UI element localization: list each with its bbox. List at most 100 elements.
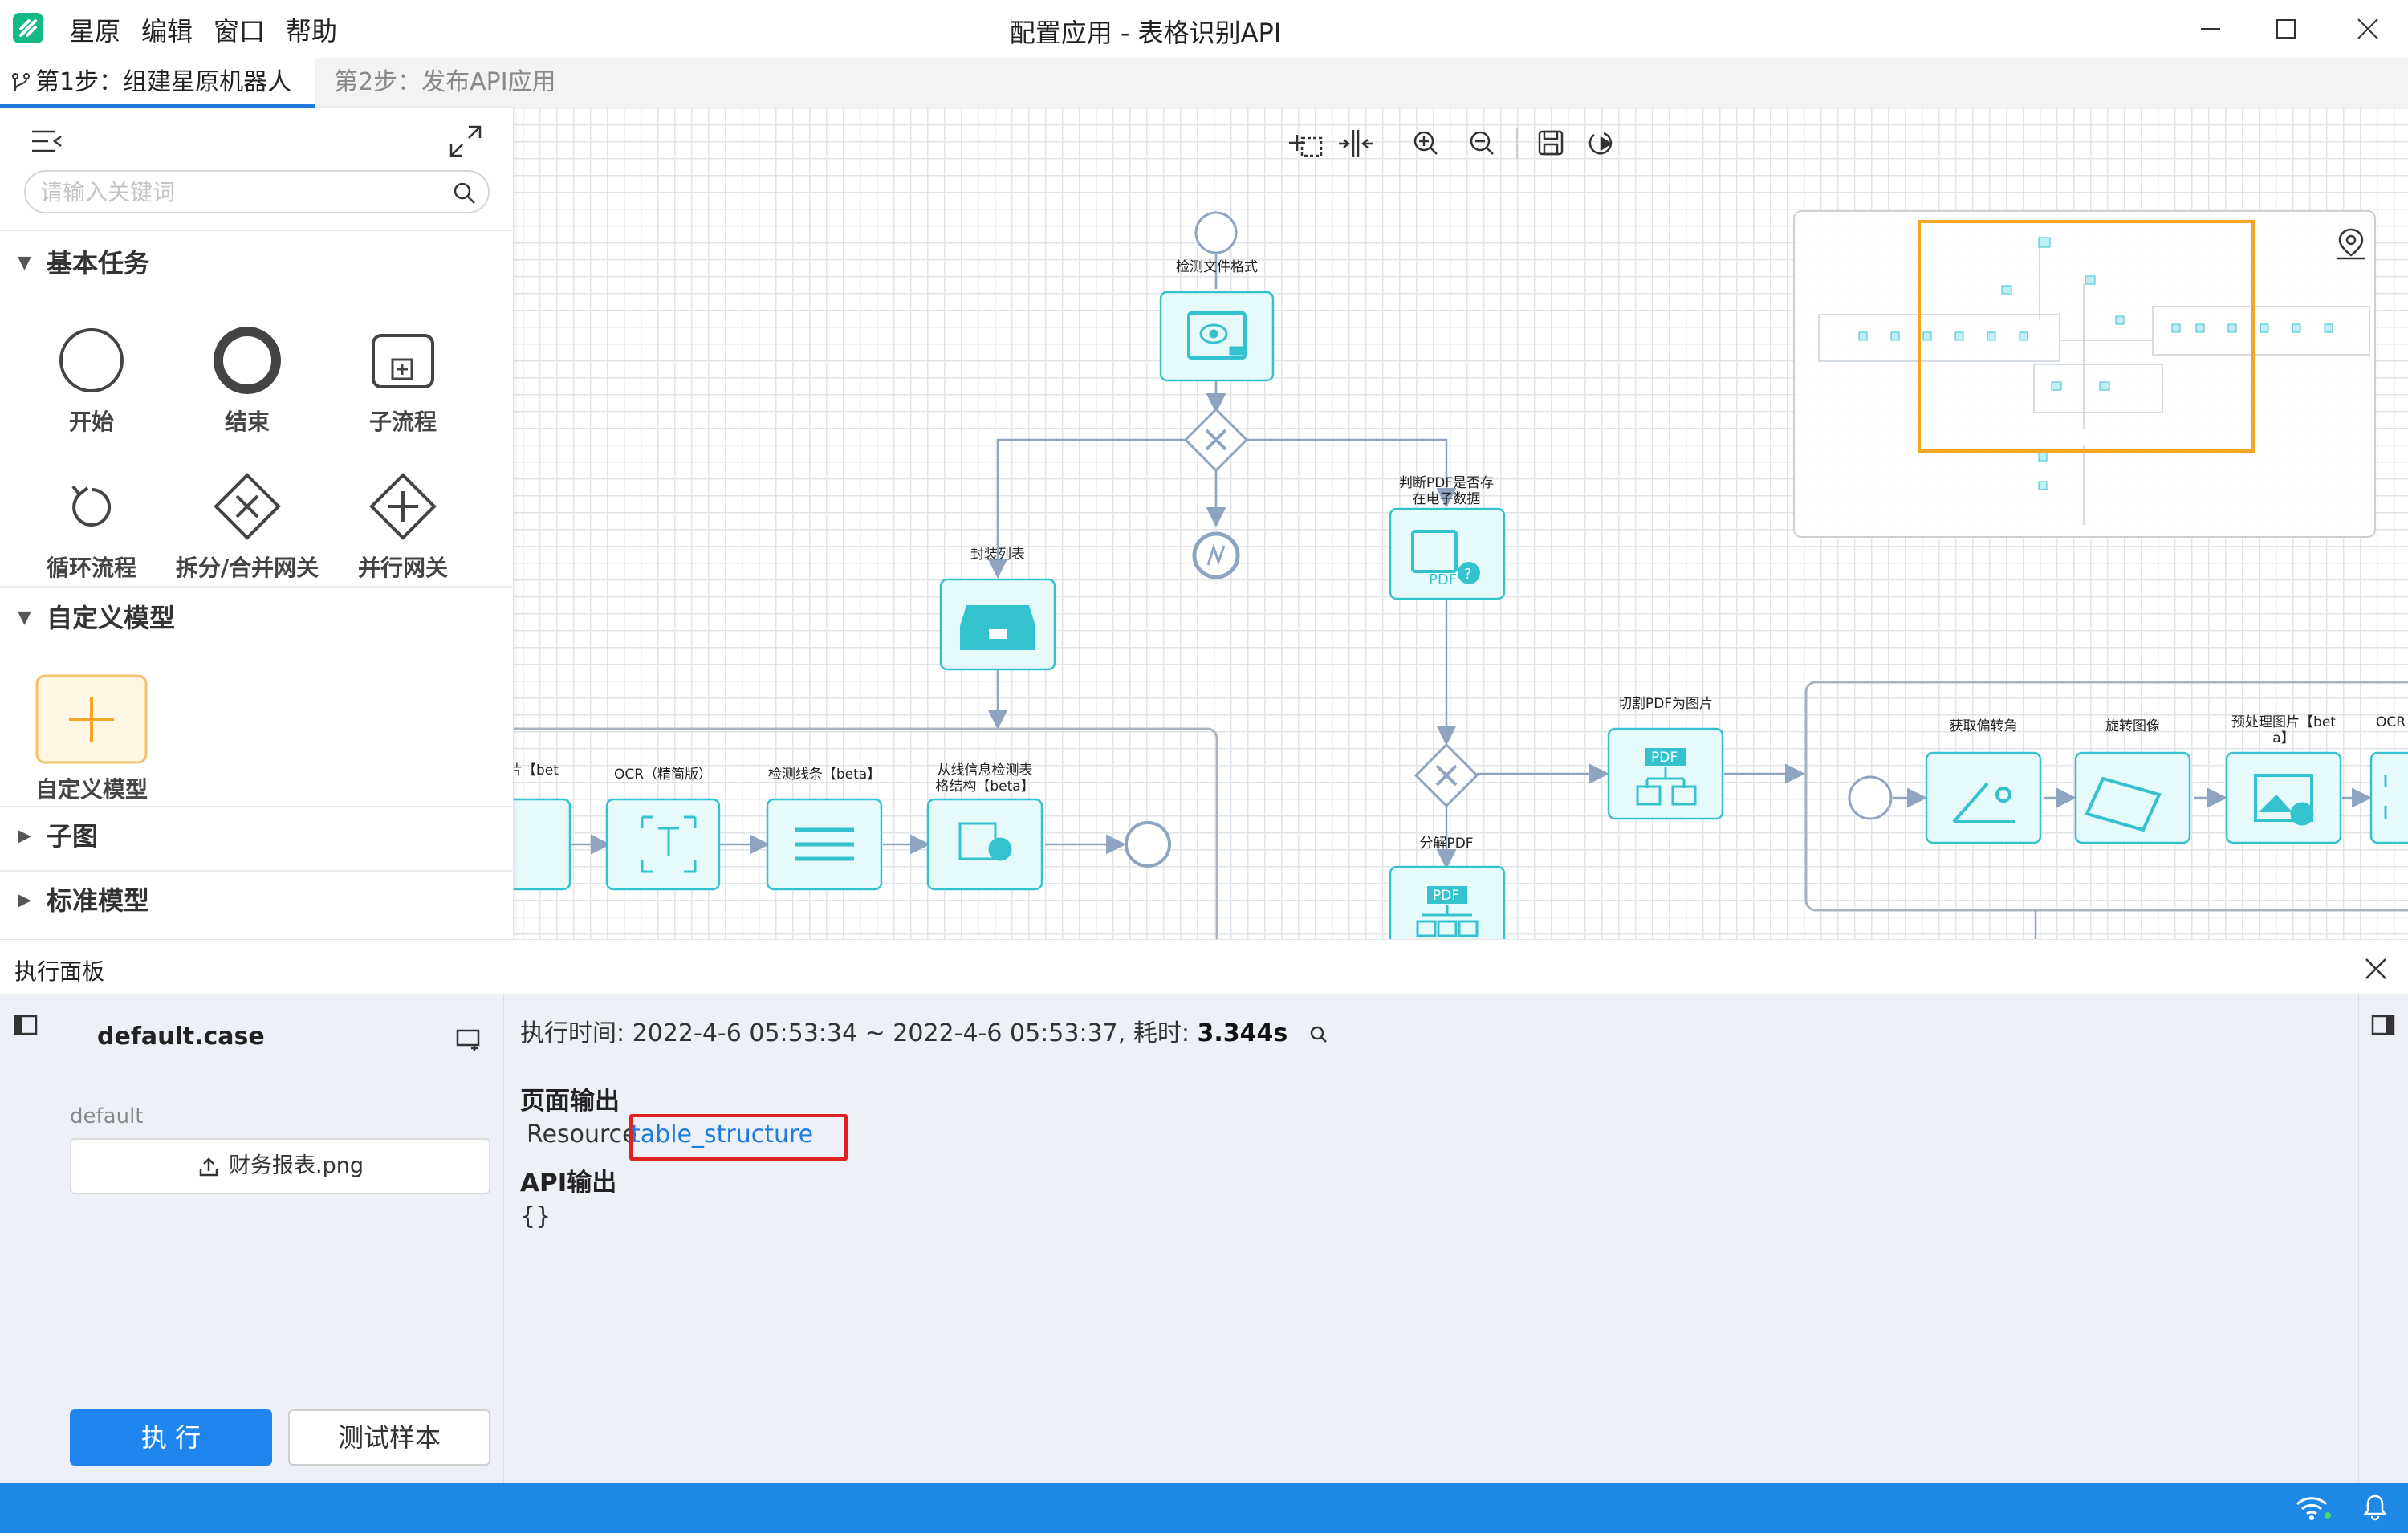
tool-end[interactable]: 结束 [167,324,327,437]
node-label-detect-lines: 检测线条【beta】 [767,766,881,783]
node-label-rotate-image: 旋转图像 [2105,718,2160,734]
node-label-ocr-fast: OCR（精简版） [613,766,713,783]
caret-right-icon: ▶ [18,890,31,910]
node-label-cut-pdf: 切割PDF为图片 [1617,696,1714,712]
end-event-icon [214,327,281,394]
loop-icon [71,485,112,527]
node-label-judge-pdf-line2: 在电子数据 [1412,491,1481,507]
start-event-icon [59,328,124,392]
bell-icon[interactable] [2363,1493,2387,1522]
svg-text:PDF: PDF [1651,750,1678,766]
caret-down-icon: ▼ [18,608,31,628]
upload-icon [199,1157,218,1176]
subprocess-icon [372,334,434,388]
node-label-judge-pdf: 判断PDF是否存 在电子数据 [1366,475,1527,507]
exec-time-cost: 3.344s [1197,1019,1288,1047]
minimap-viewport[interactable] [1918,220,2255,453]
node-label-get-angle: 获取偏转角 [1949,718,2018,734]
task-palette: ▼ 基本任务 开始 结束 子流程 循环流程 拆分/合并网关 并行网关 ▼ 自定义模型… [0,108,514,939]
tool-custom-model[interactable]: 自定义模型 [11,674,172,804]
tool-start-label: 开始 [68,409,114,435]
tool-exclusive-gateway[interactable]: 拆分/合并网关 [167,470,327,583]
svg-text:PDF: PDF [1433,888,1459,904]
tool-parallel-gateway-label: 并行网关 [357,555,448,581]
section-standard-models-label: 标准模型 [47,885,150,916]
maximize-button[interactable] [2262,10,2310,48]
right-side-strip [2358,994,2408,1483]
palette-divider [0,870,514,872]
node-label-ocr-cut: OCR [2376,714,2406,730]
svg-text:?: ? [1464,566,1472,583]
exec-panel-title: 执行面板 [14,958,105,985]
api-output-value: {} [520,1202,551,1230]
section-standard-models[interactable]: ▶ 标准模型 [0,876,514,925]
palette-divider [0,806,514,807]
tool-loop-label: 循环流程 [46,555,136,581]
node-label-judge-pdf-line1: 判断PDF是否存 [1398,475,1495,491]
tool-custom-model-label: 自定义模型 [35,776,148,803]
tool-parallel-gateway[interactable]: 并行网关 [323,470,483,583]
node-label-preprocess: 预处理图片【bet a】 [2203,714,2364,746]
tab-step1[interactable]: 第1步：组建星原机器人 [0,58,315,108]
step-tabs: 第1步：组建星原机器人 第2步：发布API应用 [0,58,2408,108]
uploaded-file[interactable]: 财务报表.png [70,1138,490,1194]
branch-icon [12,72,30,91]
output-panel: 执行时间: 2022-4-6 05:53:34 ~ 2022-4-6 05:53… [506,994,2358,1483]
locate-icon[interactable] [2334,226,2368,262]
section-basic-tasks-label: 基本任务 [47,248,150,279]
tool-subprocess[interactable]: 子流程 [323,324,483,437]
search-box [24,170,490,213]
status-bar [0,1483,2408,1533]
add-model-icon [35,674,148,764]
caret-down-icon: ▼ [18,253,31,273]
resource-label: Resource [527,1120,637,1149]
title-bar: 星原 编辑 窗口 帮助 配置应用 - 表格识别API [0,0,2408,58]
exec-panel-header: 执行面板 [0,939,2408,994]
caret-right-icon: ▶ [18,826,31,846]
node-label-detect-format: 检测文件格式 [1176,259,1258,275]
search-input[interactable] [40,172,441,212]
resource-link[interactable]: table_structure [631,1120,813,1149]
uploaded-file-name: 财务报表.png [229,1153,364,1178]
node-label-table-structure-line1: 从线信息检测表 [937,762,1033,779]
add-case-icon[interactable] [455,1026,484,1053]
case-group-label: default [70,1104,144,1128]
page-output-title: 页面输出 [520,1087,620,1116]
close-window-button[interactable] [2344,10,2392,48]
window-title: 配置应用 - 表格识别API [1009,18,1282,48]
search-icon[interactable] [1308,1024,1329,1045]
palette-divider [0,586,514,588]
toggle-right-panel-icon[interactable] [2370,1013,2398,1037]
tab-step1-label: 第1步：组建星原机器人 [35,68,292,96]
expand-icon[interactable] [448,124,483,159]
node-label-split-pdf: 分解PDF [1419,836,1474,852]
svg-text:PDF: PDF [1429,571,1457,588]
minimap[interactable] [1793,210,2376,538]
tab-step2[interactable]: 第2步：发布API应用 [334,58,556,108]
exec-time: 执行时间: 2022-4-6 05:53:34 ~ 2022-4-6 05:53… [520,1013,1329,1048]
toggle-left-panel-icon[interactable] [13,1013,40,1037]
section-custom-models[interactable]: ▼ 自定义模型 [0,594,514,642]
tool-subprocess-label: 子流程 [368,409,437,435]
minimize-button[interactable] [2186,10,2235,48]
section-basic-tasks[interactable]: ▼ 基本任务 [0,239,514,287]
api-output-title: API输出 [520,1169,617,1198]
run-button[interactable]: 执 行 [70,1409,272,1466]
node-label-preprocess-line2: a】 [2272,730,2295,746]
close-panel-icon[interactable] [2360,953,2392,985]
parallel-gateway-icon [369,473,437,540]
test-sample-button[interactable]: 测试样本 [288,1409,490,1466]
exec-time-range: 执行时间: 2022-4-6 05:53:34 ~ 2022-4-6 05:53… [520,1019,1198,1047]
case-name[interactable]: default.case [97,1023,265,1051]
node-label-pack-list: 封装列表 [970,547,1025,563]
section-subgraph[interactable]: ▶ 子图 [0,812,514,860]
section-subgraph-label: 子图 [47,821,99,852]
tool-end-label: 结束 [224,409,270,435]
collapse-panel-icon[interactable] [29,125,64,157]
tool-loop[interactable]: 循环流程 [11,470,172,583]
node-label-preprocess-line1: 预处理图片【bet [2231,714,2336,730]
search-icon[interactable] [451,180,478,207]
section-custom-models-label: 自定义模型 [47,603,176,633]
tool-start[interactable]: 开始 [11,324,172,437]
palette-divider [0,230,514,231]
